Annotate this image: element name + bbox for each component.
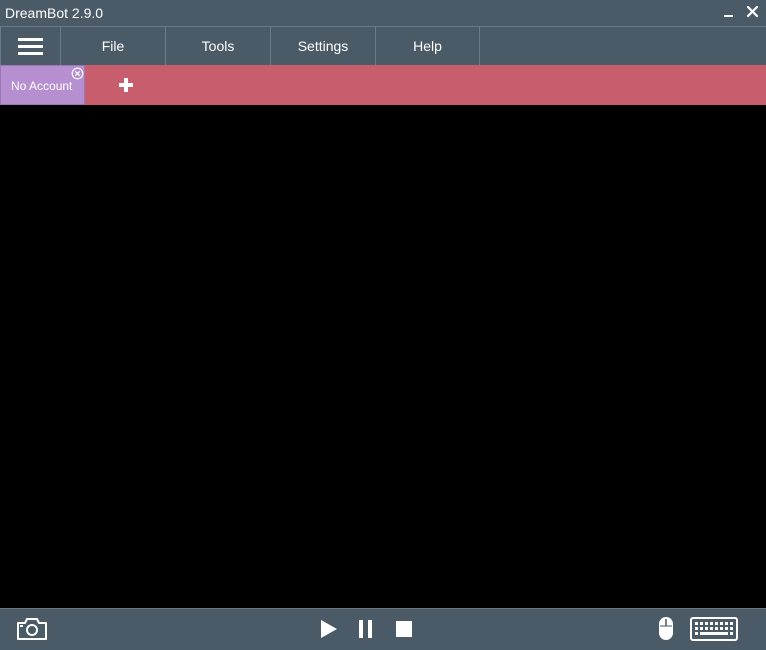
account-tab-label: No Account — [11, 79, 73, 93]
dreambot-window: DreamBot 2.9.0 File Tools Settings Help — [0, 0, 766, 650]
client-tab-bar: No Account — [0, 65, 766, 105]
mouse-input-toggle[interactable] — [657, 616, 675, 642]
keyboard-input-toggle[interactable] — [690, 617, 738, 641]
plus-icon — [119, 78, 133, 92]
stop-icon — [396, 621, 412, 637]
play-button[interactable] — [319, 619, 339, 639]
close-button[interactable] — [744, 3, 762, 21]
circle-x-icon — [71, 67, 84, 80]
menu-settings[interactable]: Settings — [271, 27, 376, 65]
menu-bar: File Tools Settings Help — [0, 26, 766, 65]
tab-close-button[interactable] — [71, 67, 84, 80]
screenshot-button[interactable] — [16, 617, 48, 641]
mouse-icon — [659, 617, 673, 640]
title-bar[interactable]: DreamBot 2.9.0 — [0, 0, 766, 26]
close-icon — [746, 5, 759, 18]
hamburger-icon — [18, 38, 43, 55]
pause-button[interactable] — [357, 619, 375, 639]
keyboard-icon — [690, 617, 738, 641]
add-tab-button[interactable] — [117, 76, 135, 94]
pause-icon — [359, 620, 372, 638]
menu-tools[interactable]: Tools — [166, 27, 271, 65]
window-title: DreamBot 2.9.0 — [5, 5, 104, 21]
account-tab[interactable]: No Account — [0, 65, 85, 105]
play-icon — [321, 620, 337, 638]
minimize-button[interactable] — [720, 3, 738, 21]
camera-icon — [17, 618, 47, 640]
game-canvas[interactable] — [0, 105, 766, 608]
minimize-icon — [724, 15, 733, 17]
stop-button[interactable] — [395, 620, 413, 638]
menu-help[interactable]: Help — [376, 27, 480, 65]
main-menu-button[interactable] — [0, 27, 61, 65]
menu-file[interactable]: File — [61, 27, 166, 65]
bottom-toolbar — [0, 608, 766, 650]
